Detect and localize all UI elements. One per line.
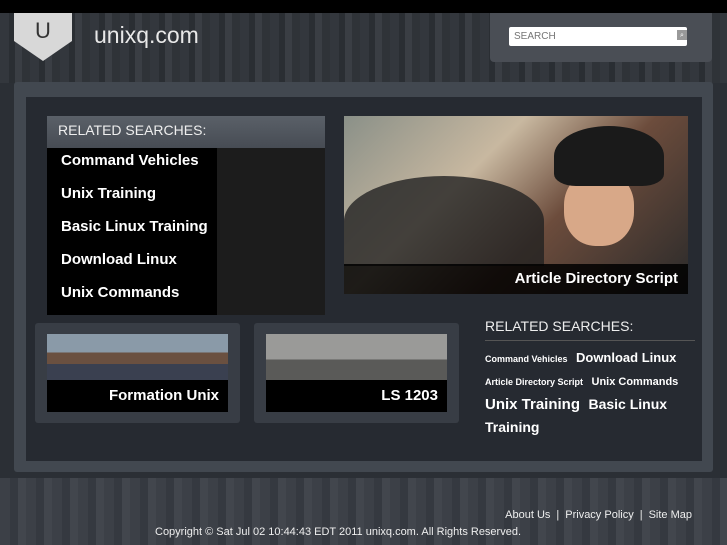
header: U unixq.com ⌕ bbox=[0, 13, 727, 83]
about-us-link[interactable]: About Us bbox=[505, 509, 550, 521]
feature-caption[interactable]: Article Directory Script bbox=[344, 264, 688, 294]
top-bar bbox=[0, 0, 727, 13]
copyright: Copyright © Sat Jul 02 10:44:43 EDT 2011… bbox=[155, 526, 522, 538]
related-link[interactable]: Unix Training bbox=[47, 181, 325, 214]
search-icon[interactable]: ⌕ bbox=[677, 30, 687, 40]
hat-image bbox=[554, 126, 664, 186]
footer: About Us | Privacy Policy | Site Map Copyrig… bbox=[0, 478, 727, 545]
privacy-policy-link[interactable]: Privacy Policy bbox=[565, 509, 633, 521]
site-map-link[interactable]: Site Map bbox=[649, 509, 692, 521]
car-image bbox=[344, 176, 544, 266]
thumb-caption[interactable]: LS 1203 bbox=[266, 380, 447, 412]
tag-link[interactable]: Article Directory Script bbox=[485, 377, 583, 387]
related-link[interactable]: Basic Linux Training bbox=[47, 214, 325, 247]
tag-cloud-title: RELATED SEARCHES: bbox=[485, 318, 695, 341]
separator: | bbox=[556, 509, 560, 521]
thumb-card[interactable]: LS 1203 bbox=[254, 323, 459, 423]
tag-link[interactable]: Command Vehicles bbox=[485, 354, 568, 364]
related-link[interactable]: Download Linux bbox=[47, 247, 325, 280]
svg-text:U: U bbox=[35, 18, 51, 43]
related-link[interactable]: Unix Commands bbox=[47, 280, 325, 313]
tag-link[interactable]: Download Linux bbox=[576, 350, 676, 365]
related-link[interactable]: Command Vehicles bbox=[47, 148, 325, 181]
search-input[interactable] bbox=[509, 27, 687, 46]
footer-links: About Us | Privacy Policy | Site Map bbox=[505, 509, 692, 521]
tag-cloud: RELATED SEARCHES: Command Vehicles Downl… bbox=[485, 318, 695, 439]
search-box: ⌕ bbox=[490, 13, 712, 62]
thumb-card[interactable]: Formation Unix bbox=[35, 323, 240, 423]
thumb-image bbox=[266, 334, 447, 380]
related-searches-box: RELATED SEARCHES: Command Vehicles Unix … bbox=[47, 116, 325, 315]
content-area: RELATED SEARCHES: Command Vehicles Unix … bbox=[26, 97, 702, 461]
separator: | bbox=[639, 509, 643, 521]
main-panel: RELATED SEARCHES: Command Vehicles Unix … bbox=[14, 82, 713, 472]
thumb-caption[interactable]: Formation Unix bbox=[47, 380, 228, 412]
related-searches-title: RELATED SEARCHES: bbox=[47, 116, 325, 148]
site-title[interactable]: unixq.com bbox=[94, 22, 199, 49]
thumb-image bbox=[47, 334, 228, 380]
site-logo[interactable]: U bbox=[14, 13, 72, 61]
feature-image[interactable]: Article Directory Script bbox=[344, 116, 688, 294]
tag-link[interactable]: Unix Training bbox=[485, 396, 580, 413]
tag-link[interactable]: Unix Commands bbox=[592, 376, 679, 388]
